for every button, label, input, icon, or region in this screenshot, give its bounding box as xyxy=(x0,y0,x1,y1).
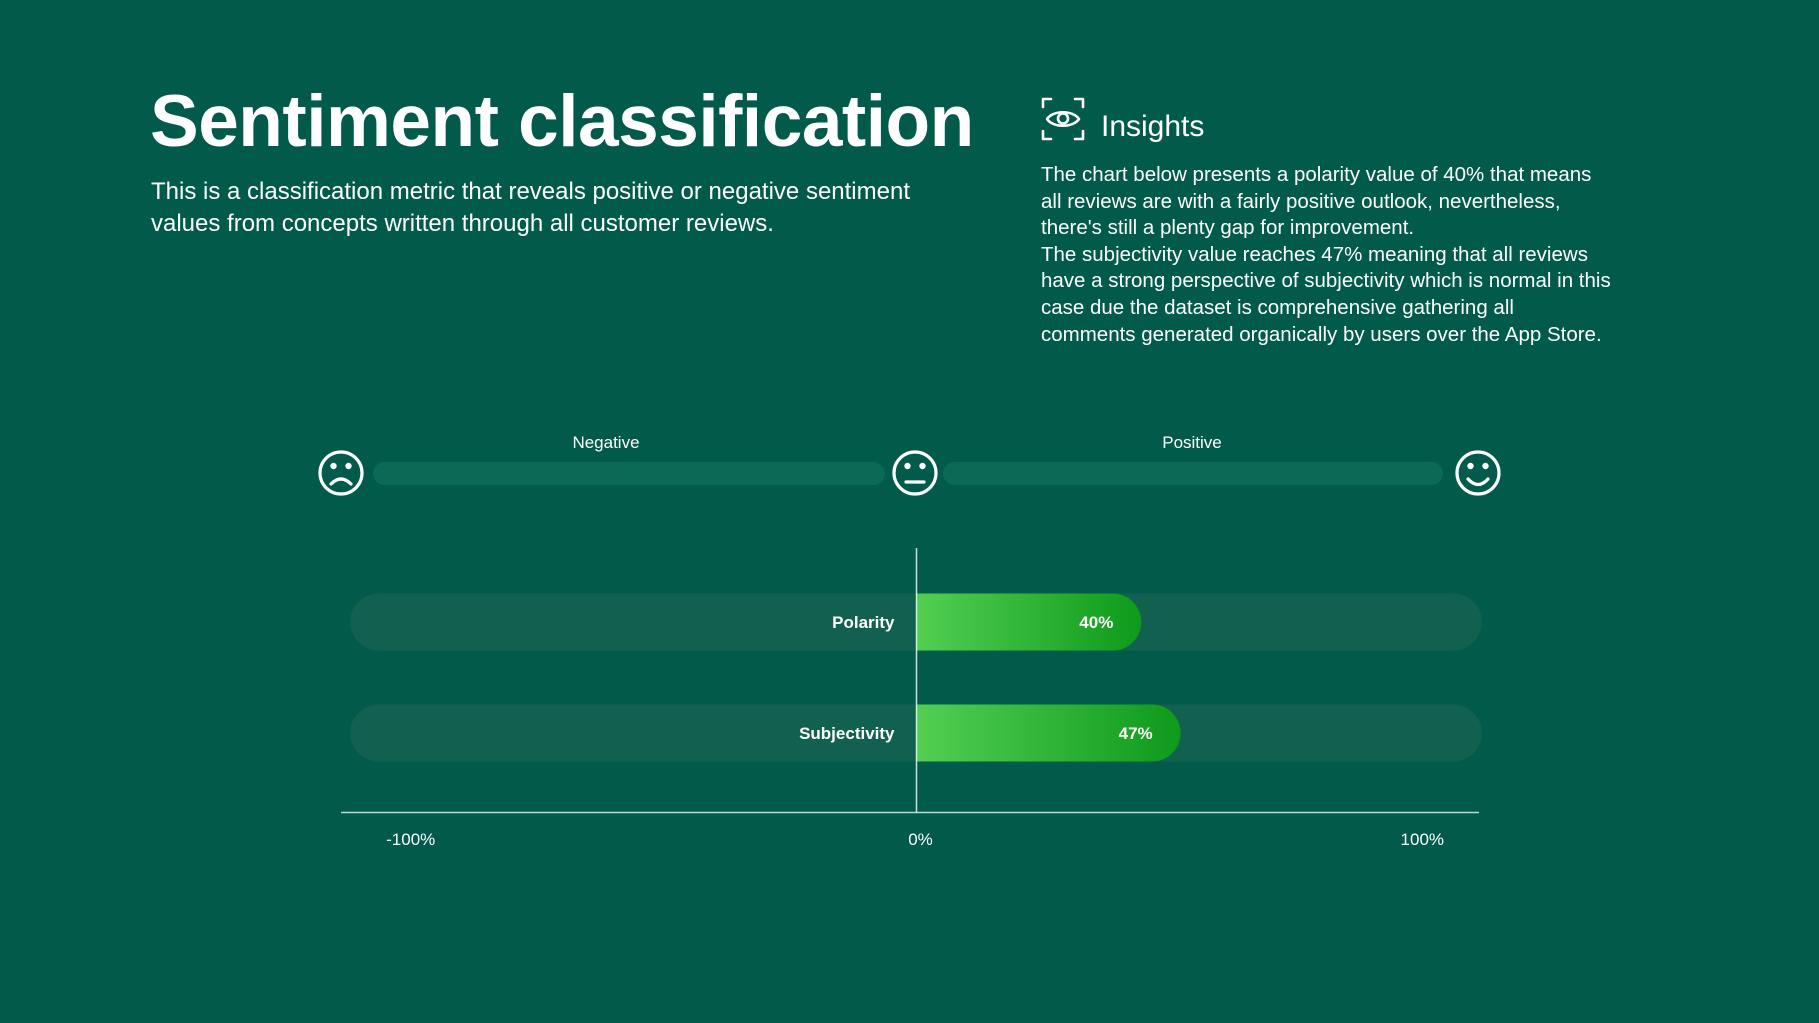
neutral-face-icon xyxy=(892,450,938,496)
sad-face-icon xyxy=(318,450,364,496)
x-tick-label: 0% xyxy=(908,830,933,849)
value-label: 40% xyxy=(1079,613,1113,632)
sentiment-chart: Negative Positive Polarity 40%Subjectivi… xyxy=(318,433,1501,849)
x-tick-label: 100% xyxy=(1401,830,1444,849)
x-tick-label: -100% xyxy=(386,830,435,849)
positive-label: Positive xyxy=(1162,433,1222,452)
value-label: 47% xyxy=(1119,724,1153,743)
category-label: Polarity xyxy=(832,613,895,632)
x-tick-labels: -100% 0% 100% xyxy=(386,830,1444,849)
negative-label: Negative xyxy=(572,433,639,452)
sentiment-scale: Negative Positive xyxy=(318,433,1501,496)
category-label: Subjectivity xyxy=(799,724,895,743)
slide: Sentiment classification This is a class… xyxy=(0,0,1819,1023)
happy-face-icon xyxy=(1455,450,1501,496)
positive-scale-bar xyxy=(943,462,1443,485)
negative-scale-bar xyxy=(373,462,885,485)
